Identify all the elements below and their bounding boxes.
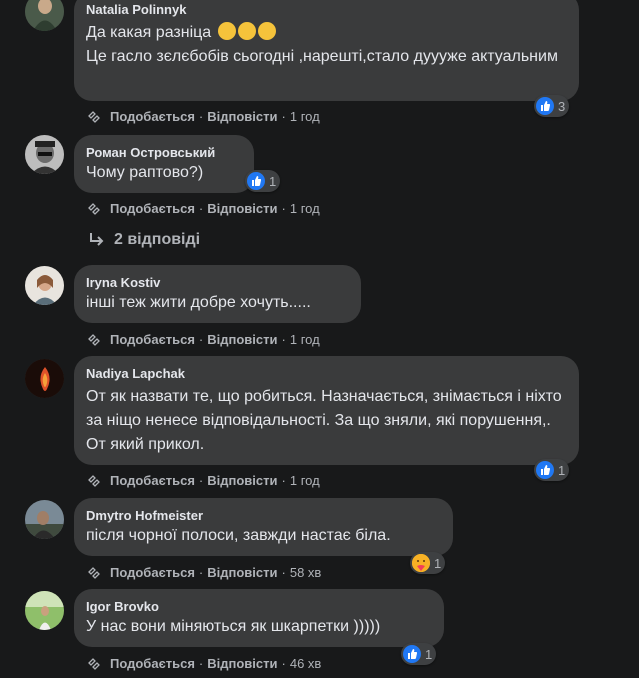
comment-author[interactable]: Роман Островський (86, 145, 242, 161)
comment-text: Чому раптово?) (86, 164, 204, 181)
share-icon[interactable] (86, 473, 102, 489)
comment-text: У нас вони міняються як шкарпетки ))))) (86, 618, 381, 635)
avatar[interactable] (25, 591, 64, 630)
reaction-count-label: 1 (558, 462, 566, 478)
comment-bubble: Igor Brovko У нас вони міняються як шкар… (74, 589, 444, 647)
comment-author[interactable]: Natalia Polinnyk (86, 2, 567, 18)
reply-button[interactable]: Відповісти (207, 565, 277, 581)
separator: · (281, 565, 286, 580)
reaction-count[interactable]: 1 (401, 643, 437, 665)
comment-actions: Подобається · Відповісти · 1 год (86, 473, 320, 489)
laughing-emoji-icon (257, 22, 276, 40)
comment-actions: Подобається · Відповісти · 1 год (86, 109, 320, 125)
separator: · (281, 473, 286, 488)
comment-timestamp[interactable]: 46 хв (290, 656, 321, 672)
reaction-count-label: 3 (558, 98, 566, 114)
comment-text: От як назвати те, що робиться. Назначаєт… (86, 388, 562, 453)
separator: · (281, 201, 286, 216)
avatar[interactable] (25, 0, 64, 31)
comment-text: Да какая разніца Це гасло зєлєбобів сьог… (86, 22, 558, 65)
comment-text: після чорної полоси, завжди настає біла. (86, 527, 391, 544)
separator: · (281, 332, 286, 347)
like-reaction-icon (403, 645, 421, 663)
comment-actions: Подобається · Відповісти · 58 хв (86, 565, 321, 581)
separator: · (281, 109, 286, 124)
reply-button[interactable]: Відповісти (207, 656, 277, 672)
comment-actions: Подобається · Відповісти · 1 год (86, 201, 320, 217)
care-reaction-icon (412, 554, 430, 572)
reaction-count[interactable]: 1 (534, 459, 570, 481)
comment-timestamp[interactable]: 1 год (290, 473, 320, 489)
comment-actions: Подобається · Відповісти · 1 год (86, 332, 320, 348)
share-icon[interactable] (86, 201, 102, 217)
comment-bubble: Nadiya Lapchak От як назвати те, що роби… (74, 356, 579, 465)
replies-label: 2 відповіді (114, 231, 201, 248)
comment-author[interactable]: Iryna Kostiv (86, 275, 349, 291)
reaction-count[interactable]: 1 (245, 170, 281, 192)
comment-timestamp[interactable]: 1 год (290, 109, 320, 125)
comment-bubble: Natalia Polinnyk Да какая разніца Це гас… (74, 0, 579, 101)
reply-button[interactable]: Відповісти (207, 332, 277, 348)
reaction-count-label: 1 (269, 173, 277, 189)
reply-button[interactable]: Відповісти (207, 109, 277, 125)
like-reaction-icon (536, 97, 554, 115)
like-button[interactable]: Подобається (110, 332, 195, 348)
like-button[interactable]: Подобається (110, 109, 195, 125)
like-button[interactable]: Подобається (110, 656, 195, 672)
comment-bubble: Iryna Kostiv інші теж жити добре хочуть.… (74, 265, 361, 323)
like-reaction-icon (247, 172, 265, 190)
separator: · (198, 109, 204, 124)
avatar[interactable] (25, 266, 64, 305)
reaction-count-label: 1 (434, 555, 442, 571)
comment-timestamp[interactable]: 1 год (290, 201, 320, 217)
separator: · (198, 332, 204, 347)
avatar[interactable] (25, 359, 64, 398)
like-button[interactable]: Подобається (110, 201, 195, 217)
separator: · (281, 656, 286, 671)
reaction-count[interactable]: 1 (410, 552, 446, 574)
share-icon[interactable] (86, 656, 102, 672)
view-replies-link[interactable]: 2 відповіді (88, 231, 200, 249)
like-reaction-icon (536, 461, 554, 479)
comment-timestamp[interactable]: 1 год (290, 332, 320, 348)
like-button[interactable]: Подобається (110, 565, 195, 581)
separator: · (198, 473, 204, 488)
separator: · (198, 201, 204, 216)
avatar[interactable] (25, 500, 64, 539)
comment-timestamp[interactable]: 58 хв (290, 565, 321, 581)
reaction-count[interactable]: 3 (534, 95, 570, 117)
comment-bubble: Dmytro Hofmeister після чорної полоси, з… (74, 498, 453, 556)
laughing-emoji-icon (217, 22, 236, 40)
comment-actions: Подобається · Відповісти · 46 хв (86, 656, 321, 672)
comment-text: інші теж жити добре хочуть..... (86, 294, 311, 311)
reply-arrow-icon (90, 233, 104, 246)
reply-button[interactable]: Відповісти (207, 201, 277, 217)
separator: · (198, 656, 204, 671)
comment-bubble: Роман Островський Чому раптово?) (74, 135, 254, 193)
comment-author[interactable]: Nadiya Lapchak (86, 366, 567, 382)
separator: · (198, 565, 204, 580)
share-icon[interactable] (86, 109, 102, 125)
share-icon[interactable] (86, 565, 102, 581)
comment-author[interactable]: Igor Brovko (86, 599, 432, 615)
avatar[interactable] (25, 135, 64, 174)
laughing-emoji-icon (237, 22, 256, 40)
comment-author[interactable]: Dmytro Hofmeister (86, 508, 441, 524)
like-button[interactable]: Подобається (110, 473, 195, 489)
share-icon[interactable] (86, 332, 102, 348)
reaction-count-label: 1 (425, 646, 433, 662)
reply-button[interactable]: Відповісти (207, 473, 277, 489)
